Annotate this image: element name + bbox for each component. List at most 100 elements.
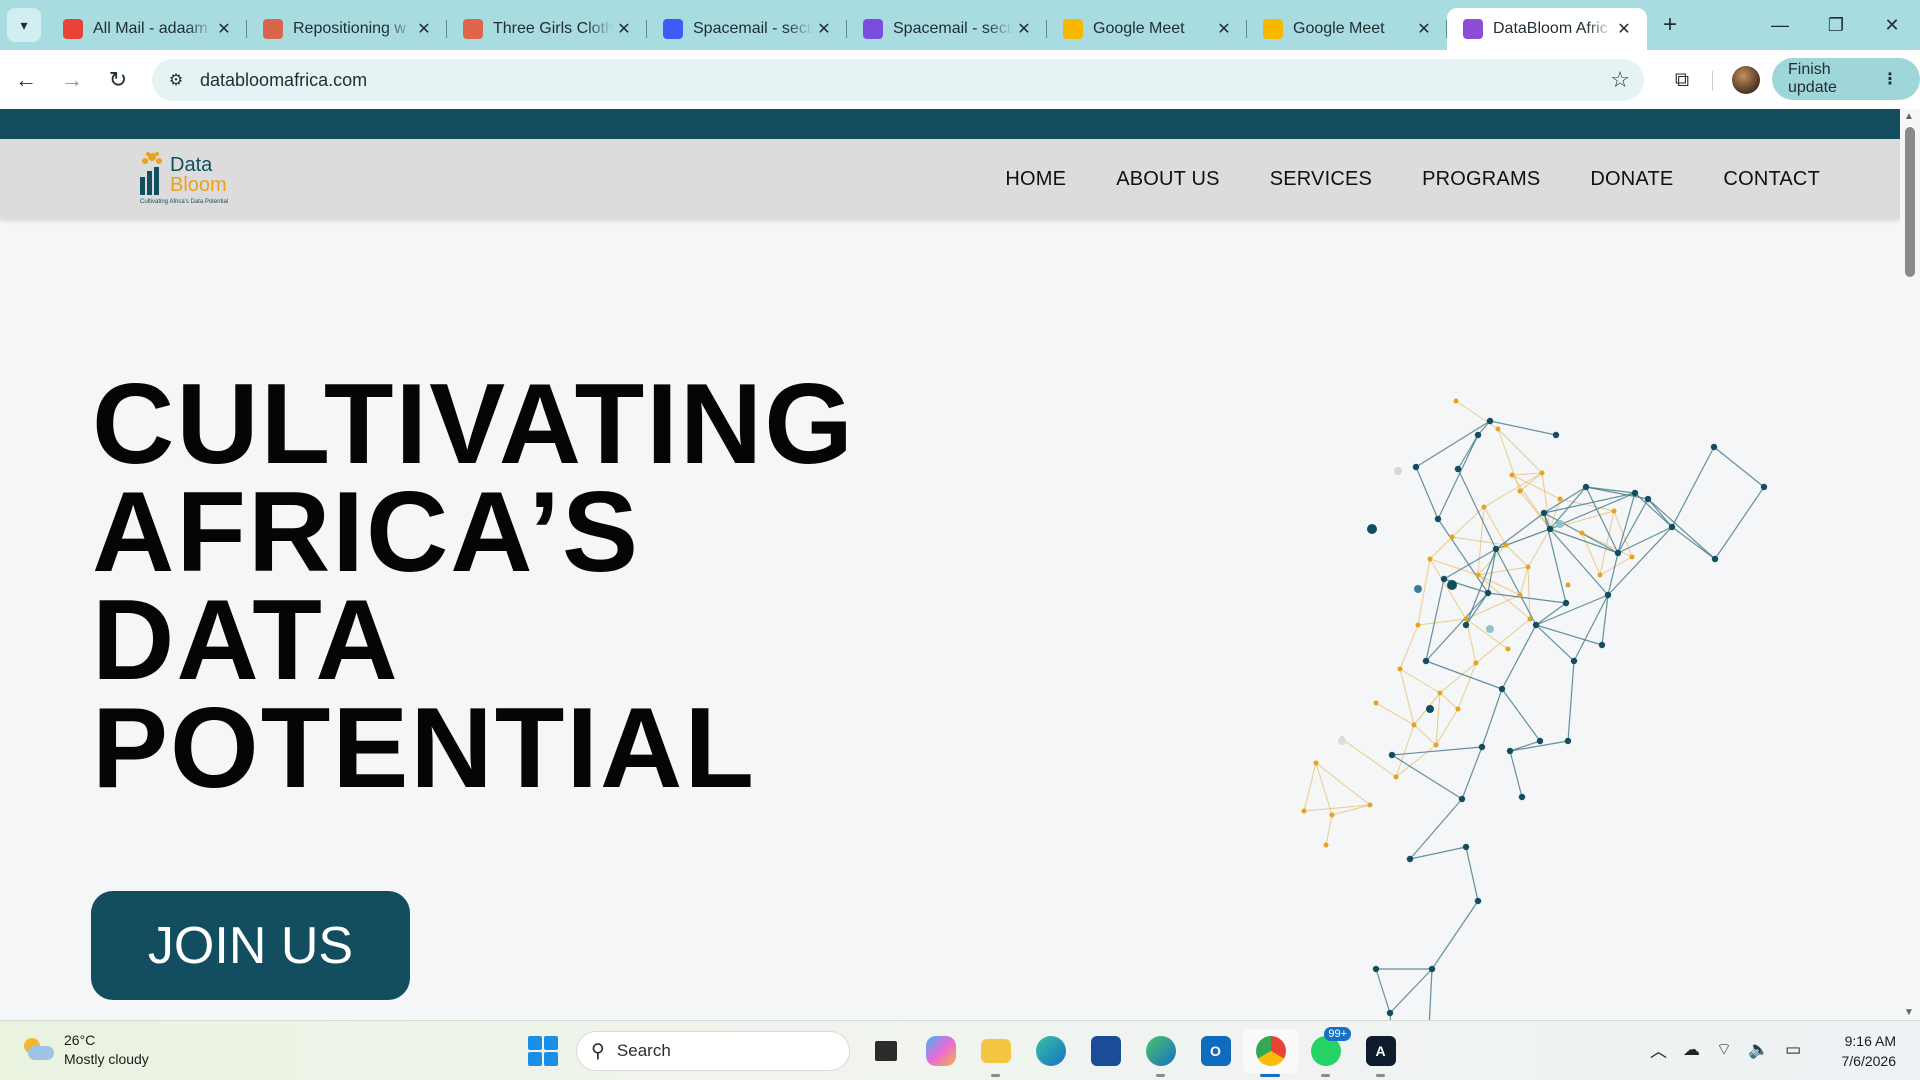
search-icon: ⚲ bbox=[591, 1040, 605, 1062]
clock-time: 9:16 AM bbox=[1844, 1033, 1896, 1049]
nav-programs[interactable]: PROGRAMS bbox=[1422, 168, 1540, 191]
browser-tab[interactable]: Repositioning w ✕ bbox=[247, 8, 447, 50]
extensions-icon[interactable]: ⧉ bbox=[1662, 60, 1702, 100]
site-header: Data Bloom Cultivating Africa's Data Pot… bbox=[0, 139, 1900, 219]
back-button[interactable]: ← bbox=[6, 60, 46, 100]
url-text[interactable]: databloomafrica.com bbox=[200, 70, 367, 91]
page-viewport: Data Bloom Cultivating Africa's Data Pot… bbox=[0, 109, 1920, 1020]
databloom-icon bbox=[1463, 19, 1483, 39]
minimize-icon[interactable]: — bbox=[1752, 0, 1808, 50]
copilot-icon[interactable] bbox=[913, 1029, 968, 1073]
address-bar[interactable]: ⚙ databloomafrica.com ☆ bbox=[152, 59, 1644, 101]
taskbar-search[interactable]: ⚲ Search bbox=[576, 1031, 850, 1071]
close-icon[interactable]: ✕ bbox=[1213, 18, 1235, 40]
logo-tagline: Cultivating Africa's Data Potential bbox=[140, 199, 229, 205]
taskbar-apps: O 99+ A bbox=[858, 1027, 1408, 1077]
arrow-left-icon: ← bbox=[15, 66, 37, 92]
clock-date: 7/6/2026 bbox=[1841, 1053, 1897, 1069]
spacemail-icon bbox=[863, 19, 883, 39]
toolbar-divider bbox=[1712, 71, 1713, 91]
hero-line-1: CULTIVATING bbox=[92, 361, 855, 488]
new-tab-button[interactable]: + bbox=[1653, 8, 1687, 42]
tab-title: Spacemail - secu bbox=[693, 20, 813, 37]
logo-wordmark: Data Bloom bbox=[170, 155, 227, 195]
tab-strip: ▾ All Mail - adaam ✕ Repositioning w ✕ Three… bbox=[0, 0, 1920, 50]
restore-icon[interactable]: ❐ bbox=[1808, 0, 1864, 50]
scroll-up-icon[interactable]: ▲ bbox=[1904, 111, 1914, 122]
africa-network-illustration bbox=[1301, 398, 1768, 1020]
browser-tab[interactable]: Google Meet ✕ bbox=[1047, 8, 1247, 50]
edge-icon[interactable] bbox=[1023, 1029, 1078, 1073]
task-view-icon[interactable] bbox=[858, 1029, 913, 1073]
onedrive-icon[interactable]: ☁ bbox=[1683, 1040, 1700, 1060]
close-icon[interactable]: ✕ bbox=[613, 18, 635, 40]
tab-search-button[interactable]: ▾ bbox=[7, 8, 41, 42]
site-top-bar bbox=[0, 109, 1900, 139]
whatsapp-badge: 99+ bbox=[1324, 1027, 1351, 1041]
page-scrollbar[interactable]: ▲ ▼ bbox=[1900, 109, 1920, 1020]
close-icon[interactable]: ✕ bbox=[1013, 18, 1035, 40]
google-meet-icon bbox=[1063, 19, 1083, 39]
tab-title: Three Girls Cloth bbox=[493, 20, 613, 37]
wifi-icon[interactable]: ⌔ bbox=[1716, 1039, 1732, 1060]
more-options-icon: ⋮ bbox=[1882, 71, 1898, 88]
nav-contact[interactable]: CONTACT bbox=[1723, 168, 1820, 191]
tab-title: DataBloom Afric bbox=[1493, 20, 1608, 37]
sparkle-icon bbox=[263, 19, 283, 39]
whatsapp-icon[interactable]: 99+ bbox=[1298, 1027, 1353, 1077]
browser-tab[interactable]: DataBloom Afric ✕ bbox=[1447, 8, 1647, 50]
chevron-down-icon: ▾ bbox=[20, 16, 28, 33]
weather-temp: 26°C bbox=[64, 1032, 96, 1048]
profile-avatar[interactable] bbox=[1732, 66, 1760, 94]
browser-tab[interactable]: All Mail - adaam ✕ bbox=[47, 8, 247, 50]
browser-toolbar: ← → ↻ ⚙ databloomafrica.com ☆ ⧉ Finish u… bbox=[0, 50, 1920, 109]
volume-icon[interactable]: 🔈 bbox=[1748, 1040, 1769, 1060]
app-a-icon[interactable]: A bbox=[1353, 1029, 1408, 1077]
close-icon[interactable]: ✕ bbox=[813, 18, 835, 40]
microsoft-store-icon[interactable] bbox=[1078, 1029, 1133, 1073]
scroll-thumb[interactable] bbox=[1905, 127, 1915, 277]
close-icon[interactable]: ✕ bbox=[413, 18, 435, 40]
scroll-down-icon[interactable]: ▼ bbox=[1904, 1007, 1914, 1018]
forward-button[interactable]: → bbox=[52, 60, 92, 100]
nav-about-us[interactable]: ABOUT US bbox=[1116, 168, 1219, 191]
reload-button[interactable]: ↻ bbox=[98, 60, 138, 100]
edge-beta-icon[interactable] bbox=[1133, 1029, 1188, 1077]
window-controls: — ❐ ✕ bbox=[1752, 0, 1920, 50]
hero-line-2: AFRICA’S bbox=[92, 469, 641, 596]
site-info-icon[interactable]: ⚙ bbox=[156, 60, 196, 100]
browser-tab[interactable]: Google Meet ✕ bbox=[1247, 8, 1447, 50]
outlook-icon[interactable]: O bbox=[1188, 1029, 1243, 1073]
weather-widget[interactable]: 26°C Mostly cloudy bbox=[20, 1031, 149, 1069]
browser-tab[interactable]: Spacemail - secu ✕ bbox=[647, 8, 847, 50]
site-logo[interactable]: Data Bloom Cultivating Africa's Data Pot… bbox=[138, 151, 234, 209]
nav-home[interactable]: HOME bbox=[1005, 168, 1066, 191]
nav-donate[interactable]: DONATE bbox=[1590, 168, 1673, 191]
windows-start-icon[interactable] bbox=[528, 1036, 558, 1066]
hero-heading: CULTIVATING AFRICA’S DATA POTENTIAL bbox=[92, 361, 855, 812]
finish-update-button[interactable]: Finish update ⋮ bbox=[1772, 58, 1920, 100]
clock[interactable]: 9:16 AM 7/6/2026 bbox=[1842, 1031, 1897, 1071]
battery-icon[interactable]: ▭ bbox=[1785, 1040, 1801, 1060]
arrow-right-icon: → bbox=[61, 66, 83, 92]
finish-update-label: Finish update bbox=[1788, 61, 1837, 96]
close-icon[interactable]: ✕ bbox=[1613, 18, 1635, 40]
tab-title: Repositioning w bbox=[293, 20, 406, 37]
bookmark-star-icon[interactable]: ☆ bbox=[1610, 67, 1630, 93]
close-icon[interactable]: ✕ bbox=[213, 18, 235, 40]
nav-services[interactable]: SERVICES bbox=[1270, 168, 1372, 191]
bloom-logo-icon bbox=[140, 152, 162, 195]
system-tray: ︿ ☁ ⌔ 🔈 ▭ bbox=[1650, 1037, 1817, 1062]
close-icon[interactable]: ✕ bbox=[1413, 18, 1435, 40]
file-explorer-icon[interactable] bbox=[968, 1029, 1023, 1077]
hero-line-4: POTENTIAL bbox=[92, 685, 756, 812]
browser-tab[interactable]: Three Girls Cloth ✕ bbox=[447, 8, 647, 50]
spacemail-icon bbox=[663, 19, 683, 39]
chevron-up-icon[interactable]: ︿ bbox=[1650, 1037, 1667, 1062]
tab-title: Spacemail - secu bbox=[893, 20, 1013, 37]
chrome-icon[interactable] bbox=[1243, 1029, 1298, 1077]
join-us-button[interactable]: JOIN US bbox=[91, 891, 410, 1000]
google-meet-icon bbox=[1263, 19, 1283, 39]
close-icon[interactable]: ✕ bbox=[1864, 0, 1920, 50]
browser-tab[interactable]: Spacemail - secu ✕ bbox=[847, 8, 1047, 50]
